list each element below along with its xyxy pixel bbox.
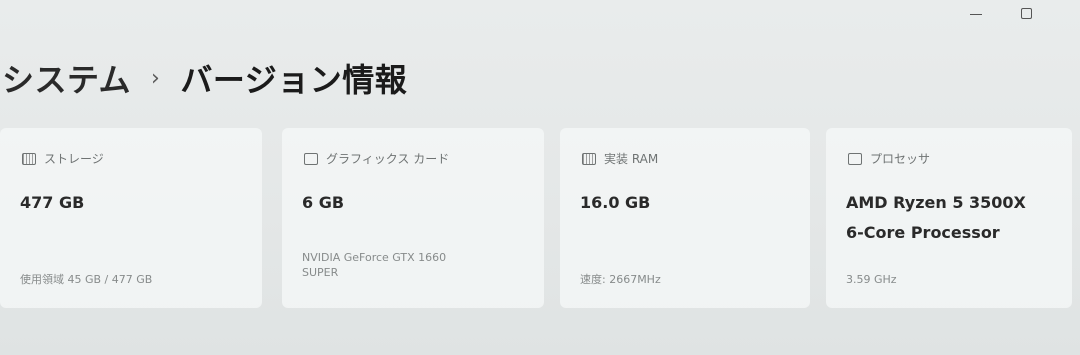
page-title: バージョン情報 bbox=[180, 61, 408, 99]
storage-card-header: ストレージ bbox=[22, 150, 104, 167]
processor-value: AMD Ryzen 5 3500X 6-Core Processor bbox=[846, 188, 1026, 248]
ram-card-header: 実装 RAM bbox=[582, 150, 658, 167]
ram-value: 16.0 GB bbox=[580, 193, 651, 212]
graphics-card-detail: NVIDIA GeForce GTX 1660 SUPER bbox=[302, 250, 446, 280]
graphics-card-label: グラフィックス カード bbox=[326, 152, 450, 166]
breadcrumb-separator: › bbox=[151, 65, 161, 91]
breadcrumb: システム › バージョン情報 bbox=[2, 56, 407, 100]
graphics-card-detail-line1: NVIDIA GeForce GTX 1660 bbox=[302, 251, 447, 264]
processor-label: プロセッサ bbox=[870, 152, 931, 166]
storage-icon bbox=[22, 152, 36, 165]
ram-label: 実装 RAM bbox=[604, 152, 659, 166]
storage-detail: 使用領域 45 GB / 477 GB bbox=[20, 273, 153, 286]
memory-icon bbox=[582, 152, 596, 165]
processor-icon bbox=[848, 152, 862, 165]
storage-card: ストレージ 477 GB 使用領域 45 GB / 477 GB bbox=[0, 128, 262, 308]
processor-detail: 3.59 GHz bbox=[846, 273, 897, 286]
processor-value-line1: AMD Ryzen 5 3500X bbox=[846, 193, 1026, 212]
window-controls bbox=[940, 0, 1080, 28]
graphics-card-icon bbox=[304, 152, 318, 165]
graphics-card-detail-line2: SUPER bbox=[302, 266, 339, 279]
ram-detail: 速度: 2667MHz bbox=[580, 273, 661, 286]
maximize-icon[interactable] bbox=[1012, 4, 1042, 24]
graphics-card-card: グラフィックス カード 6 GB NVIDIA GeForce GTX 1660… bbox=[282, 128, 544, 308]
processor-value-line2: 6-Core Processor bbox=[846, 223, 1000, 242]
processor-card: プロセッサ AMD Ryzen 5 3500X 6-Core Processor… bbox=[826, 128, 1072, 308]
graphics-card-header: グラフィックス カード bbox=[304, 150, 449, 167]
storage-value: 477 GB bbox=[20, 193, 85, 212]
breadcrumb-parent-system[interactable]: システム bbox=[2, 55, 131, 101]
ram-card: 実装 RAM 16.0 GB 速度: 2667MHz bbox=[560, 128, 810, 308]
processor-card-header: プロセッサ bbox=[848, 150, 930, 167]
minimize-icon[interactable] bbox=[962, 4, 992, 24]
graphics-card-value: 6 GB bbox=[302, 193, 345, 212]
storage-label: ストレージ bbox=[44, 152, 104, 166]
